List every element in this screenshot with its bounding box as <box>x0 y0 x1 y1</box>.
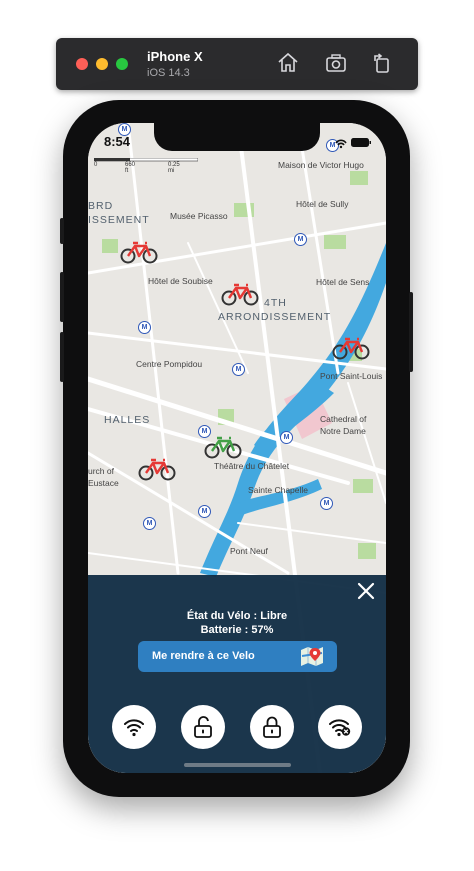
notch <box>154 123 320 151</box>
map-place-label: Centre Pompidou <box>136 359 203 369</box>
home-icon[interactable] <box>276 51 300 75</box>
wifi-off-icon <box>329 719 351 737</box>
side-button <box>409 292 413 372</box>
map-place-label: Théâtre du Châtelet <box>214 461 290 471</box>
map-place-label: Hôtel de Soubise <box>148 276 213 286</box>
bike-marker-occupied[interactable] <box>138 457 176 481</box>
bike-marker-available[interactable] <box>204 435 242 459</box>
metro-station-marker[interactable]: M <box>232 363 245 376</box>
metro-station-marker[interactable]: M <box>138 321 151 334</box>
bike-info-panel: État du Vélo : Libre Batterie : 57% Me r… <box>88 575 386 773</box>
map-place-label: Musée Picasso <box>170 211 228 221</box>
simulator-toolbar: iPhone X iOS 14.3 <box>56 38 418 90</box>
navigate-button-label: Me rendre à ce Velo <box>152 650 255 662</box>
map-place-label: Sainte Chapelle <box>248 485 309 495</box>
close-window-button[interactable] <box>76 58 88 70</box>
map-area-label: HALLES <box>104 414 151 426</box>
navigate-to-bike-button[interactable]: Me rendre à ce Velo <box>138 641 337 672</box>
metro-station-marker[interactable]: M <box>198 505 211 518</box>
os-version: iOS 14.3 <box>147 67 190 79</box>
wifi-status-icon <box>335 139 347 146</box>
phone-screen: Maison de Victor Hugo Hôtel de Sully Mus… <box>88 123 386 773</box>
iphone-frame: Maison de Victor Hugo Hôtel de Sully Mus… <box>60 100 413 797</box>
map-place-label: Notre Dame <box>320 426 366 436</box>
map-place-label: Pont Neuf <box>230 546 268 556</box>
map-place-label: Eustace <box>88 478 119 488</box>
metro-station-marker[interactable]: M <box>280 431 293 444</box>
home-indicator[interactable] <box>184 763 291 767</box>
metro-station-marker[interactable]: M <box>143 517 156 530</box>
bike-marker-occupied[interactable] <box>120 240 158 264</box>
zoom-window-button[interactable] <box>116 58 128 70</box>
device-name: iPhone X <box>147 49 203 64</box>
metro-station-marker[interactable]: M <box>294 233 307 246</box>
metro-station-marker[interactable]: M <box>320 497 333 510</box>
bike-marker-occupied[interactable] <box>332 336 370 360</box>
status-icons <box>335 138 371 149</box>
volume-down-button <box>60 332 64 382</box>
unlock-button[interactable] <box>181 705 225 749</box>
screenshot-icon[interactable] <box>324 51 348 75</box>
wifi-button[interactable] <box>112 705 156 749</box>
map-place-label: urch of <box>88 466 114 476</box>
map-place-label: Cathedral of <box>320 414 367 424</box>
map-area-label: ISSEMENT <box>88 214 150 226</box>
map-place-label: Maison de Victor Hugo <box>278 160 364 170</box>
wifi-off-button[interactable] <box>318 705 362 749</box>
scale-feet: 660 ft <box>125 162 136 174</box>
map-area-label: 4TH <box>264 297 287 309</box>
status-time: 8:54 <box>104 134 131 149</box>
lock-button[interactable] <box>250 705 294 749</box>
map-place-label: Hôtel de Sens <box>316 277 370 287</box>
minimize-window-button[interactable] <box>96 58 108 70</box>
map-area-label: BRD <box>88 200 114 212</box>
battery-text: Batterie : 57% <box>200 624 274 636</box>
rotate-icon[interactable] <box>370 51 394 75</box>
map-place-label: Pont Saint-Louis <box>320 371 383 381</box>
volume-up-button <box>60 272 64 322</box>
wifi-icon <box>124 719 144 737</box>
battery-status-icon <box>351 138 369 147</box>
map-area-label: ARRONDISSEMENT <box>218 311 332 323</box>
bike-state-text: État du Vélo : Libre <box>186 610 288 622</box>
map-pin-icon <box>301 647 323 666</box>
map-place-label: Hôtel de Sully <box>296 199 349 209</box>
scale-zero: 0 <box>94 162 98 168</box>
bike-marker-occupied[interactable] <box>221 282 259 306</box>
scale-bar <box>94 158 198 162</box>
unlock-icon <box>194 716 212 738</box>
scale-miles: 0.25 mi <box>168 162 180 174</box>
mute-switch <box>60 218 64 244</box>
close-icon[interactable] <box>354 579 378 603</box>
lock-icon <box>263 716 281 738</box>
